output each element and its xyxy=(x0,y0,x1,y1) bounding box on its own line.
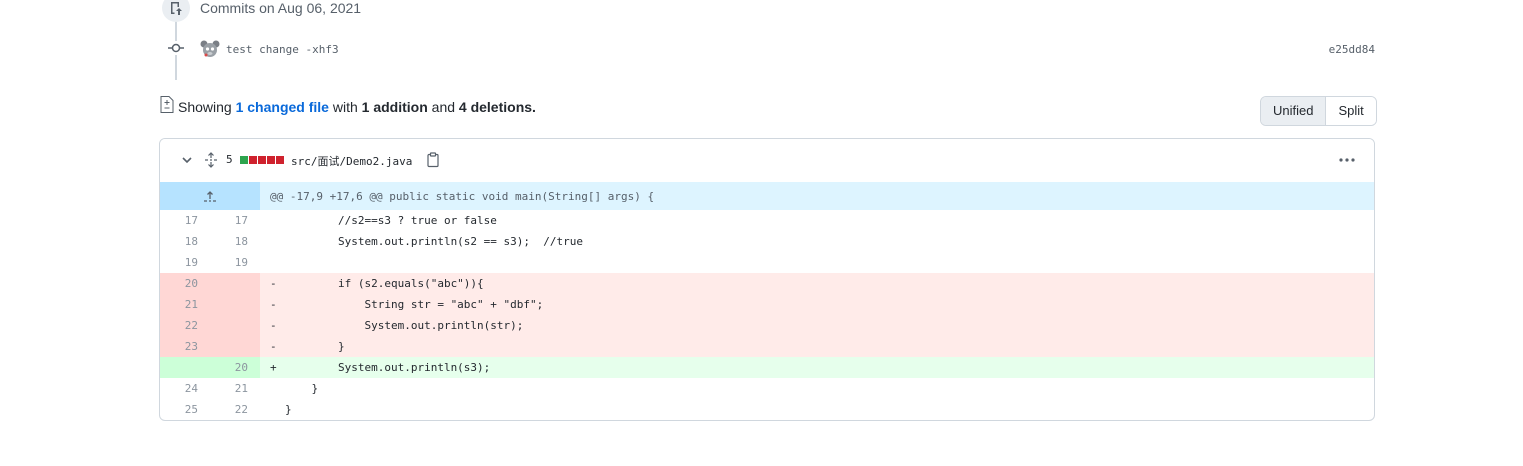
new-line-number[interactable] xyxy=(210,294,260,315)
diff-line-add: 20 + System.out.println(s3); xyxy=(160,357,1374,378)
new-line-number[interactable]: 21 xyxy=(210,378,260,399)
diff-line-ctx: 19 19 xyxy=(160,252,1374,273)
old-line-number[interactable]: 22 xyxy=(160,315,210,336)
split-view-button[interactable]: Split xyxy=(1326,97,1376,125)
diff-line-ctx: 24 21 } xyxy=(160,378,1374,399)
old-line-number[interactable] xyxy=(160,357,210,378)
copy-icon[interactable] xyxy=(426,152,440,168)
kebab-menu-icon[interactable] xyxy=(1338,153,1356,167)
diffstat-block-del xyxy=(258,156,266,164)
code-line: //s2==s3 ? true or false xyxy=(285,214,497,227)
old-line-number[interactable]: 19 xyxy=(160,252,210,273)
diff-lines: 17 17 //s2==s3 ? true or false 18 18 System… xyxy=(160,210,1374,420)
code-line: } xyxy=(285,382,319,395)
new-line-number[interactable] xyxy=(210,273,260,294)
change-count: 5 xyxy=(226,153,233,166)
hunk-header-row: @@ -17,9 +17,6 @@ public static void mai… xyxy=(160,182,1374,210)
diff-view-toggle: Unified Split xyxy=(1260,96,1377,126)
commit-message[interactable]: test change -xhf3 xyxy=(226,43,339,56)
file-diff-icon xyxy=(160,95,174,113)
hunk-header: @@ -17,9 +17,6 @@ public static void mai… xyxy=(270,190,655,203)
old-line-number[interactable]: 21 xyxy=(160,294,210,315)
diff-sign: - xyxy=(270,319,277,332)
summary-prefix: Showing xyxy=(178,99,232,115)
code-line: System.out.println(str); xyxy=(285,319,524,332)
old-line-number[interactable]: 23 xyxy=(160,336,210,357)
diff-line-ctx: 25 22} xyxy=(160,399,1374,420)
summary-with: with xyxy=(332,99,358,115)
summary-period: . xyxy=(532,99,536,115)
new-line-number[interactable]: 22 xyxy=(210,399,260,420)
summary-and: and xyxy=(431,99,456,115)
diff-summary: Showing 1 changed file with 1 addition a… xyxy=(160,95,536,115)
diff-line-ctx: 17 17 //s2==s3 ? true or false xyxy=(160,210,1374,231)
repo-push-icon xyxy=(171,2,182,15)
diff-sign: - xyxy=(270,340,277,353)
old-line-number[interactable]: 24 xyxy=(160,378,210,399)
diff-line-del: 21 - String str = "abc" + "dbf"; xyxy=(160,294,1374,315)
diffstat-block-del xyxy=(249,156,257,164)
diff-line-del: 20 - if (s2.equals("abc")){ xyxy=(160,273,1374,294)
new-line-number[interactable]: 17 xyxy=(210,210,260,231)
old-line-number[interactable]: 17 xyxy=(160,210,210,231)
diff-sign: + xyxy=(270,361,277,374)
code-line: } xyxy=(285,403,292,416)
new-line-number[interactable]: 20 xyxy=(210,357,260,378)
diff-line-del: 22 - System.out.println(str); xyxy=(160,315,1374,336)
code-line: String str = "abc" + "dbf"; xyxy=(285,298,544,311)
deletions-count: 4 deletions xyxy=(458,99,533,115)
new-line-number[interactable] xyxy=(210,315,260,336)
code-line: } xyxy=(285,340,345,353)
new-line-number[interactable] xyxy=(210,336,260,357)
diffstat-block-add xyxy=(240,156,248,164)
diff-sign: - xyxy=(270,277,277,290)
diff-line-del: 23 - } xyxy=(160,336,1374,357)
old-line-number[interactable]: 25 xyxy=(160,399,210,420)
code-line: System.out.println(s3); xyxy=(285,361,491,374)
diff-sign: - xyxy=(270,298,277,311)
avatar[interactable] xyxy=(200,40,220,58)
expand-up-icon xyxy=(204,191,216,202)
commits-date-heading: Commits on Aug 06, 2021 xyxy=(200,0,362,16)
old-line-number[interactable]: 20 xyxy=(160,273,210,294)
expand-up-button[interactable] xyxy=(160,182,260,210)
commit-sha[interactable]: e25dd84 xyxy=(1329,43,1375,56)
file-path-link[interactable]: src/面试/Demo2.java xyxy=(291,153,412,169)
git-commit-group-icon xyxy=(162,0,190,22)
new-line-number[interactable]: 18 xyxy=(210,231,260,252)
expand-all-icon[interactable] xyxy=(204,152,218,168)
commit-dot-icon xyxy=(166,41,186,55)
diffstat-bar xyxy=(240,156,284,164)
diff-line-ctx: 18 18 System.out.println(s2 == s3); //tru… xyxy=(160,231,1374,252)
chevron-down-icon[interactable] xyxy=(180,153,194,167)
diffstat-block-del xyxy=(276,156,284,164)
new-line-number[interactable]: 19 xyxy=(210,252,260,273)
code-line: if (s2.equals("abc")){ xyxy=(285,277,484,290)
old-line-number[interactable]: 18 xyxy=(160,231,210,252)
commit-row[interactable]: test change -xhf3 e25dd84 xyxy=(200,40,1375,60)
file-diff: 5 src/面试/Demo2.java @@ -17,9 +17,6 @@ pu… xyxy=(159,138,1375,421)
file-header: 5 src/面试/Demo2.java xyxy=(160,139,1374,183)
code-line: System.out.println(s2 == s3); //true xyxy=(285,235,584,248)
additions-count: 1 addition xyxy=(361,99,428,115)
unified-view-button[interactable]: Unified xyxy=(1261,97,1327,125)
diffstat-block-del xyxy=(267,156,275,164)
changed-files-link[interactable]: 1 changed file xyxy=(236,99,329,115)
